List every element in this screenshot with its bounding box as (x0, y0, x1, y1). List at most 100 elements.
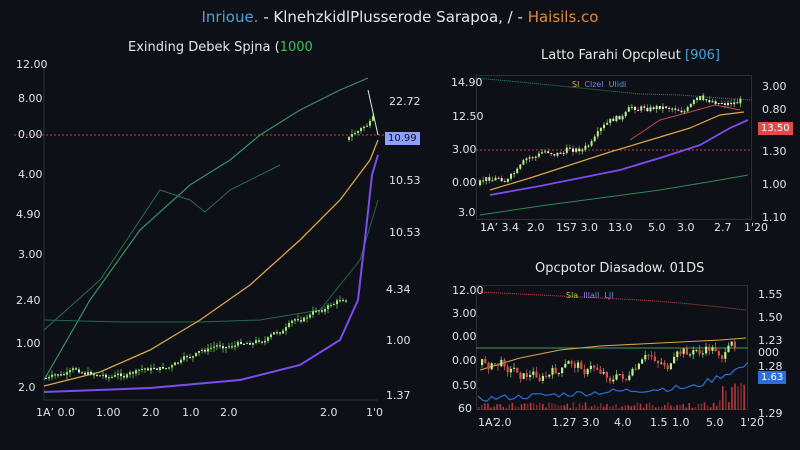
candle-body (650, 355, 653, 357)
candle-body (733, 341, 736, 349)
volume-bar (654, 407, 657, 410)
volume-bar (731, 387, 733, 410)
volume-bar (664, 404, 666, 410)
volume-bar (481, 404, 483, 410)
volume-bar (633, 405, 636, 410)
volume-bar (575, 407, 578, 410)
volume-bar (661, 406, 663, 410)
candle-body (621, 374, 624, 379)
candle-body (497, 363, 500, 367)
volume-bar (670, 405, 672, 410)
volume-bar (609, 406, 611, 410)
volume-bar (636, 402, 639, 410)
volume-bar (700, 403, 703, 410)
candle-body (519, 372, 522, 379)
candle-body (727, 345, 730, 353)
volume-bar (566, 403, 569, 410)
candle-body (692, 350, 695, 355)
volume-bar (511, 402, 514, 410)
volume-bar (697, 403, 700, 410)
candle-body (541, 375, 544, 381)
candle-body (721, 355, 724, 359)
candle-body (509, 368, 512, 373)
volume-bar (734, 383, 736, 410)
candle-body (602, 372, 605, 374)
volume-bar (478, 406, 480, 410)
candle-body (705, 346, 708, 354)
candle-body (708, 346, 711, 351)
candle-body (535, 371, 538, 378)
volume-bar (737, 386, 739, 410)
candle-body (583, 369, 586, 375)
candle-body (500, 359, 503, 367)
volume-bar (542, 403, 544, 410)
volume-bar (715, 405, 718, 410)
x-tick-label: 4.0 (614, 416, 632, 429)
volume-bar (499, 403, 501, 410)
y-tick-label: 000 (758, 346, 779, 359)
candle-body (637, 363, 640, 370)
volume-bar (514, 406, 517, 410)
volume-bar (657, 406, 660, 410)
bottom-right-chart-plot[interactable] (0, 0, 800, 450)
volume-bar (496, 404, 498, 410)
volume-bar (520, 404, 523, 410)
candle-body (487, 362, 490, 370)
volume-bar (639, 403, 642, 410)
volume-bar (600, 403, 602, 410)
candle-body (573, 363, 576, 368)
candle-body (647, 354, 650, 356)
candle-body (682, 348, 685, 354)
volume-bar (569, 407, 572, 410)
candle-body (657, 360, 660, 364)
candle-body (717, 351, 720, 356)
candle-body (701, 353, 704, 355)
candle-body (586, 369, 589, 375)
volume-bar (627, 405, 630, 410)
candle-body (525, 373, 528, 378)
volume-bar (596, 406, 599, 410)
candle-body (625, 378, 628, 381)
candle-body (724, 352, 727, 359)
y-tick-label: 0.00 (452, 330, 477, 343)
volume-bar (560, 405, 562, 410)
volume-bar (685, 407, 687, 410)
volume-bar (523, 403, 526, 410)
volume-bar (584, 402, 587, 410)
bottom-right-price-tag: 1.63 (758, 371, 787, 384)
volume-bar (526, 403, 529, 410)
candle-body (532, 371, 535, 375)
volume-bar (490, 407, 492, 410)
x-tick-label: 1.27 (552, 416, 577, 429)
volume-bar (725, 390, 727, 410)
x-tick-label: 2.0 (494, 416, 512, 429)
volume-bar (618, 407, 620, 410)
candle-body (516, 367, 519, 373)
volume-bar (679, 404, 681, 410)
volume-bar (651, 404, 654, 410)
y-tick-label: 12.00 (452, 284, 484, 297)
candle-body (564, 363, 567, 368)
volume-bar (578, 403, 581, 410)
volume-bar (517, 407, 520, 410)
candle-body (589, 365, 592, 370)
y-tick-label: 60 (458, 402, 472, 415)
candle-body (538, 377, 541, 381)
candle-body (730, 341, 733, 346)
candle-body (663, 362, 666, 366)
volume-bar (743, 384, 745, 410)
x-tick-label: 1.5 (650, 416, 668, 429)
volume-bar (572, 402, 575, 410)
volume-bar (612, 405, 614, 410)
candle-body (561, 367, 564, 374)
candle-body (612, 379, 615, 382)
volume-bar (493, 406, 495, 410)
volume-bar (593, 404, 596, 410)
candle-body (631, 368, 634, 376)
candle-body (660, 362, 663, 364)
candle-body (529, 374, 532, 378)
volume-bar (590, 406, 593, 410)
volume-bar (703, 402, 706, 410)
candle-body (605, 372, 608, 378)
candle-body (484, 359, 487, 363)
